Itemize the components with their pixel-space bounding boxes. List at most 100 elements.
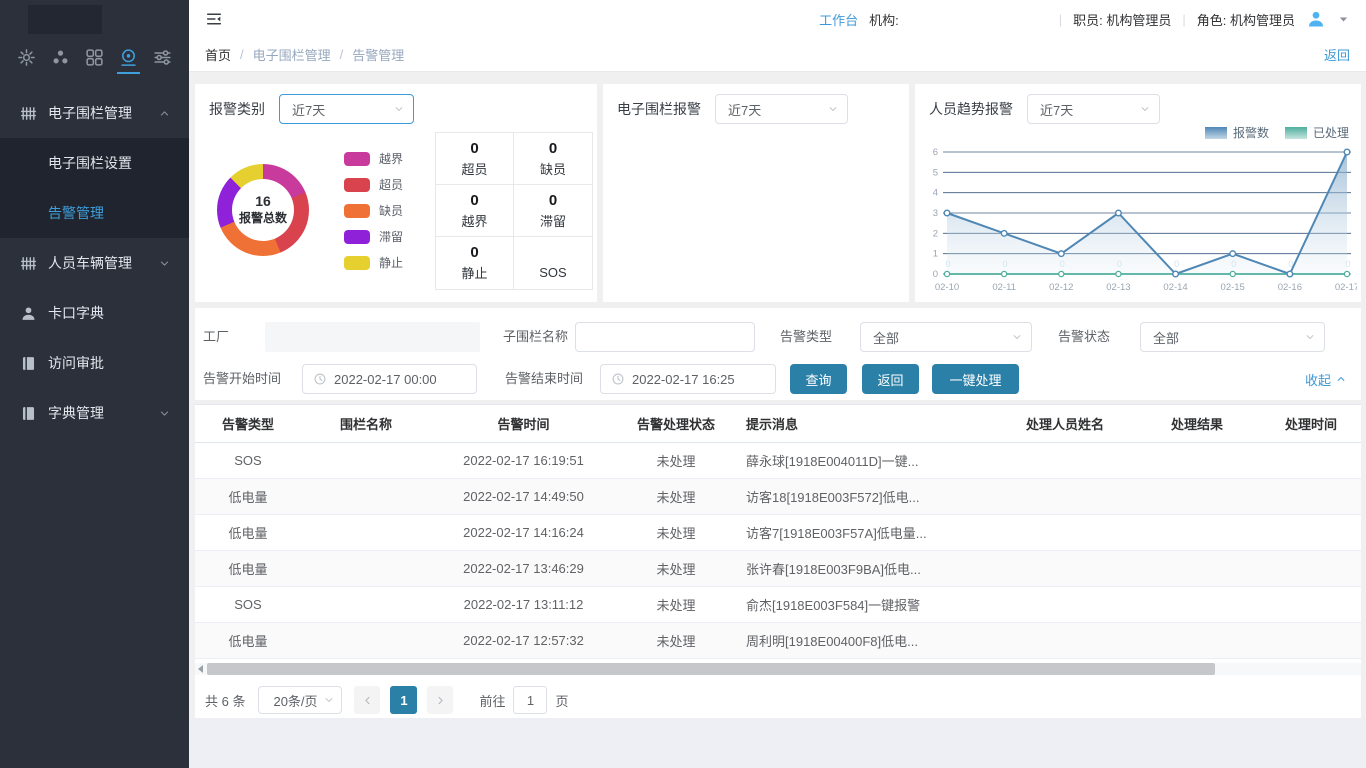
table-header-cell: 处理时间: [1262, 414, 1360, 433]
search-button[interactable]: 查询: [790, 364, 847, 394]
horizontal-scrollbar[interactable]: [195, 663, 1361, 675]
sidebar-submenu-item[interactable]: 告警管理: [0, 188, 189, 238]
legend-item[interactable]: 滞留: [344, 228, 403, 245]
end-time-label: 告警结束时间: [505, 364, 583, 394]
chevron-down-icon: [323, 694, 335, 706]
svg-text:0: 0: [1288, 259, 1293, 269]
chevron-down-icon: [393, 103, 405, 115]
prev-page-button[interactable]: [354, 686, 380, 714]
range-select[interactable]: 近7天: [715, 94, 848, 124]
table-row[interactable]: SOS2022-02-17 16:19:51未处理薛永球[1918E004011…: [195, 443, 1361, 479]
fence-alarm-panel: 电子围栏报警 近7天: [603, 84, 909, 302]
alarm-table-card: 告警类型围栏名称告警时间告警处理状态提示消息处理人员姓名处理结果处理时间 SOS…: [195, 404, 1361, 718]
top-bar: 工作台 机构: | 职员: 机构管理员 | 角色: 机构管理员: [189, 0, 1366, 38]
legend-label: 越界: [379, 150, 403, 167]
legend-swatch: [1205, 127, 1227, 139]
gear-icon[interactable]: [15, 44, 38, 74]
factory-label: 工厂: [203, 322, 229, 352]
legend-swatch: [344, 256, 370, 270]
trend-line-chart: 012345602-10002-11002-12002-13002-14002-…: [919, 138, 1357, 298]
batch-handle-button[interactable]: 一键处理: [932, 364, 1019, 394]
scroll-left-arrow[interactable]: [198, 665, 203, 673]
sliders-icon[interactable]: [151, 44, 174, 74]
caret-down-icon[interactable]: [1337, 13, 1350, 26]
legend-item[interactable]: 越界: [344, 150, 403, 167]
table-cell: 周利明[1918E00400F8]低电...: [736, 631, 998, 650]
alarm-status-select[interactable]: 全部: [1140, 322, 1325, 352]
table-cell: 未处理: [616, 451, 736, 470]
table-row[interactable]: SOS2022-02-17 13:11:12未处理俞杰[1918E003F584…: [195, 587, 1361, 623]
chevron-down-icon: [158, 257, 171, 270]
legend-item[interactable]: 超员: [344, 176, 403, 193]
next-page-button[interactable]: [427, 686, 453, 714]
svg-text:2: 2: [933, 228, 938, 239]
table-row[interactable]: 低电量2022-02-17 12:57:32未处理周利明[1918E00400F…: [195, 623, 1361, 659]
cam-icon[interactable]: [117, 44, 140, 74]
chevron-up-icon: [1335, 373, 1347, 385]
back-link[interactable]: 返回: [1324, 45, 1350, 64]
table-header-cell: 提示消息: [736, 414, 998, 433]
range-select[interactable]: 近7天: [279, 94, 414, 124]
legend-item[interactable]: 缺员: [344, 202, 403, 219]
table-cell: 2022-02-17 13:46:29: [431, 561, 616, 576]
stat-cell: 0缺员: [514, 133, 592, 185]
table-header-cell: 围栏名称: [301, 414, 431, 433]
start-time-input[interactable]: 2022-02-17 00:00: [302, 364, 477, 394]
legend-swatch: [344, 230, 370, 244]
range-select[interactable]: 近7天: [1027, 94, 1160, 124]
table-cell: 薛永球[1918E004011D]一键...: [736, 451, 998, 470]
end-time-input[interactable]: 2022-02-17 16:25: [600, 364, 776, 394]
legend-item[interactable]: 静止: [344, 254, 403, 271]
table-row[interactable]: 低电量2022-02-17 14:16:24未处理访客7[1918E003F57…: [195, 515, 1361, 551]
table-row[interactable]: 低电量2022-02-17 14:49:50未处理访客18[1918E003F5…: [195, 479, 1361, 515]
chevron-down-icon: [158, 407, 171, 420]
page-size-select[interactable]: 20条/页: [258, 686, 342, 714]
filter-card: 工厂 子围栏名称 告警类型 全部 告警状态 全部 告警开始时间 2022-02-…: [195, 308, 1361, 400]
menu-fold-icon[interactable]: [205, 10, 223, 28]
sidebar: 电子围栏管理电子围栏设置告警管理人员车辆管理卡口字典访问审批字典管理: [0, 0, 189, 768]
goto-page-input[interactable]: [513, 686, 547, 714]
sidebar-menu-item[interactable]: 人员车辆管理: [0, 238, 189, 288]
sidebar-submenu-item[interactable]: 电子围栏设置: [0, 138, 189, 188]
panel-title: 报警类别: [209, 99, 265, 119]
breadcrumb-separator: /: [340, 47, 344, 62]
workbench-link[interactable]: 工作台: [819, 10, 858, 29]
sidebar-menu-item[interactable]: 卡口字典: [0, 288, 189, 338]
avatar-icon[interactable]: [1306, 9, 1326, 29]
collapse-link[interactable]: 收起: [1305, 364, 1347, 394]
sidebar-menu-item[interactable]: 字典管理: [0, 388, 189, 438]
table-cell: 俞杰[1918E003F584]一键报警: [736, 595, 998, 614]
fence-name-input[interactable]: [575, 322, 755, 352]
user-icon: [20, 305, 37, 322]
alarm-category-panel: 报警类别 近7天 16 报警总数 越界超员缺员滞留静止 0超员0缺员0越界0滞留…: [195, 84, 597, 302]
alarm-type-select[interactable]: 全部: [860, 322, 1032, 352]
return-button[interactable]: 返回: [862, 364, 919, 394]
table-cell: 张许春[1918E003F9BA]低电...: [736, 559, 998, 578]
svg-text:6: 6: [933, 147, 938, 158]
sidebar-menu: 电子围栏管理电子围栏设置告警管理人员车辆管理卡口字典访问审批字典管理: [0, 88, 189, 438]
alarm-status-label: 告警状态: [1058, 322, 1110, 352]
breadcrumb-level2[interactable]: 电子围栏管理: [253, 45, 331, 64]
table-row[interactable]: 低电量2022-02-17 13:46:29未处理张许春[1918E003F9B…: [195, 551, 1361, 587]
grid-icon[interactable]: [83, 44, 106, 74]
table-cell: 未处理: [616, 487, 736, 506]
pagination: 共 6 条 20条/页 1 前往 页: [205, 685, 569, 715]
bottom-strip: [189, 718, 1366, 768]
sidebar-menu-item[interactable]: 电子围栏管理: [0, 88, 189, 138]
table-cell: SOS: [195, 453, 301, 468]
sidebar-item-label: 人员车辆管理: [48, 253, 132, 273]
start-time-label: 告警开始时间: [203, 364, 281, 394]
breadcrumb-home[interactable]: 首页: [205, 45, 231, 64]
chevron-up-icon: [158, 107, 171, 120]
scrollbar-thumb[interactable]: [207, 663, 1215, 675]
clock-icon: [313, 372, 327, 386]
factory-input-disabled: [265, 322, 480, 352]
sidebar-menu-item[interactable]: 访问审批: [0, 338, 189, 388]
table-header-cell: 告警类型: [195, 414, 301, 433]
cluster-icon[interactable]: [49, 44, 72, 74]
app-logo: [0, 0, 189, 38]
chevron-down-icon: [1139, 103, 1151, 115]
breadcrumb-level3[interactable]: 告警管理: [352, 45, 404, 64]
svg-text:0: 0: [1345, 259, 1350, 269]
current-page-button[interactable]: 1: [390, 686, 417, 714]
